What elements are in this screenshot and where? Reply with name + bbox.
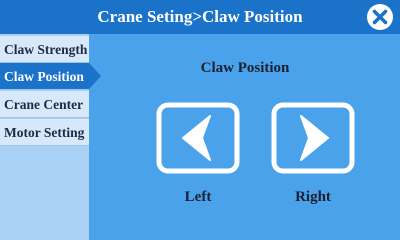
sidebar-item-label: Claw Position — [4, 69, 84, 84]
left-button-label: Left — [184, 189, 212, 205]
sidebar-item-label: Motor Setting — [4, 125, 85, 140]
sidebar-item-claw-strength[interactable]: Claw Strength — [0, 36, 89, 63]
chevron-left-icon — [156, 102, 240, 174]
sidebar-item-label: Claw Strength — [4, 42, 88, 57]
right-button-label: Right — [295, 189, 331, 205]
title-bar: Crane Seting>Claw Position — [0, 0, 400, 34]
section-title: Claw Position — [200, 60, 290, 76]
sidebar: Claw Strength Claw Position Crane Center… — [0, 34, 89, 240]
sidebar-item-motor-setting[interactable]: Motor Setting — [0, 119, 89, 146]
left-button[interactable] — [156, 102, 240, 174]
close-button[interactable] — [366, 3, 394, 31]
page-title: Crane Seting>Claw Position — [97, 7, 303, 26]
right-button[interactable] — [271, 102, 355, 174]
chevron-right-icon — [271, 102, 355, 174]
sidebar-item-label: Crane Center — [4, 97, 84, 112]
close-icon — [367, 4, 393, 30]
sidebar-item-claw-position[interactable]: Claw Position — [0, 63, 89, 90]
sidebar-item-crane-center[interactable]: Crane Center — [0, 91, 89, 118]
